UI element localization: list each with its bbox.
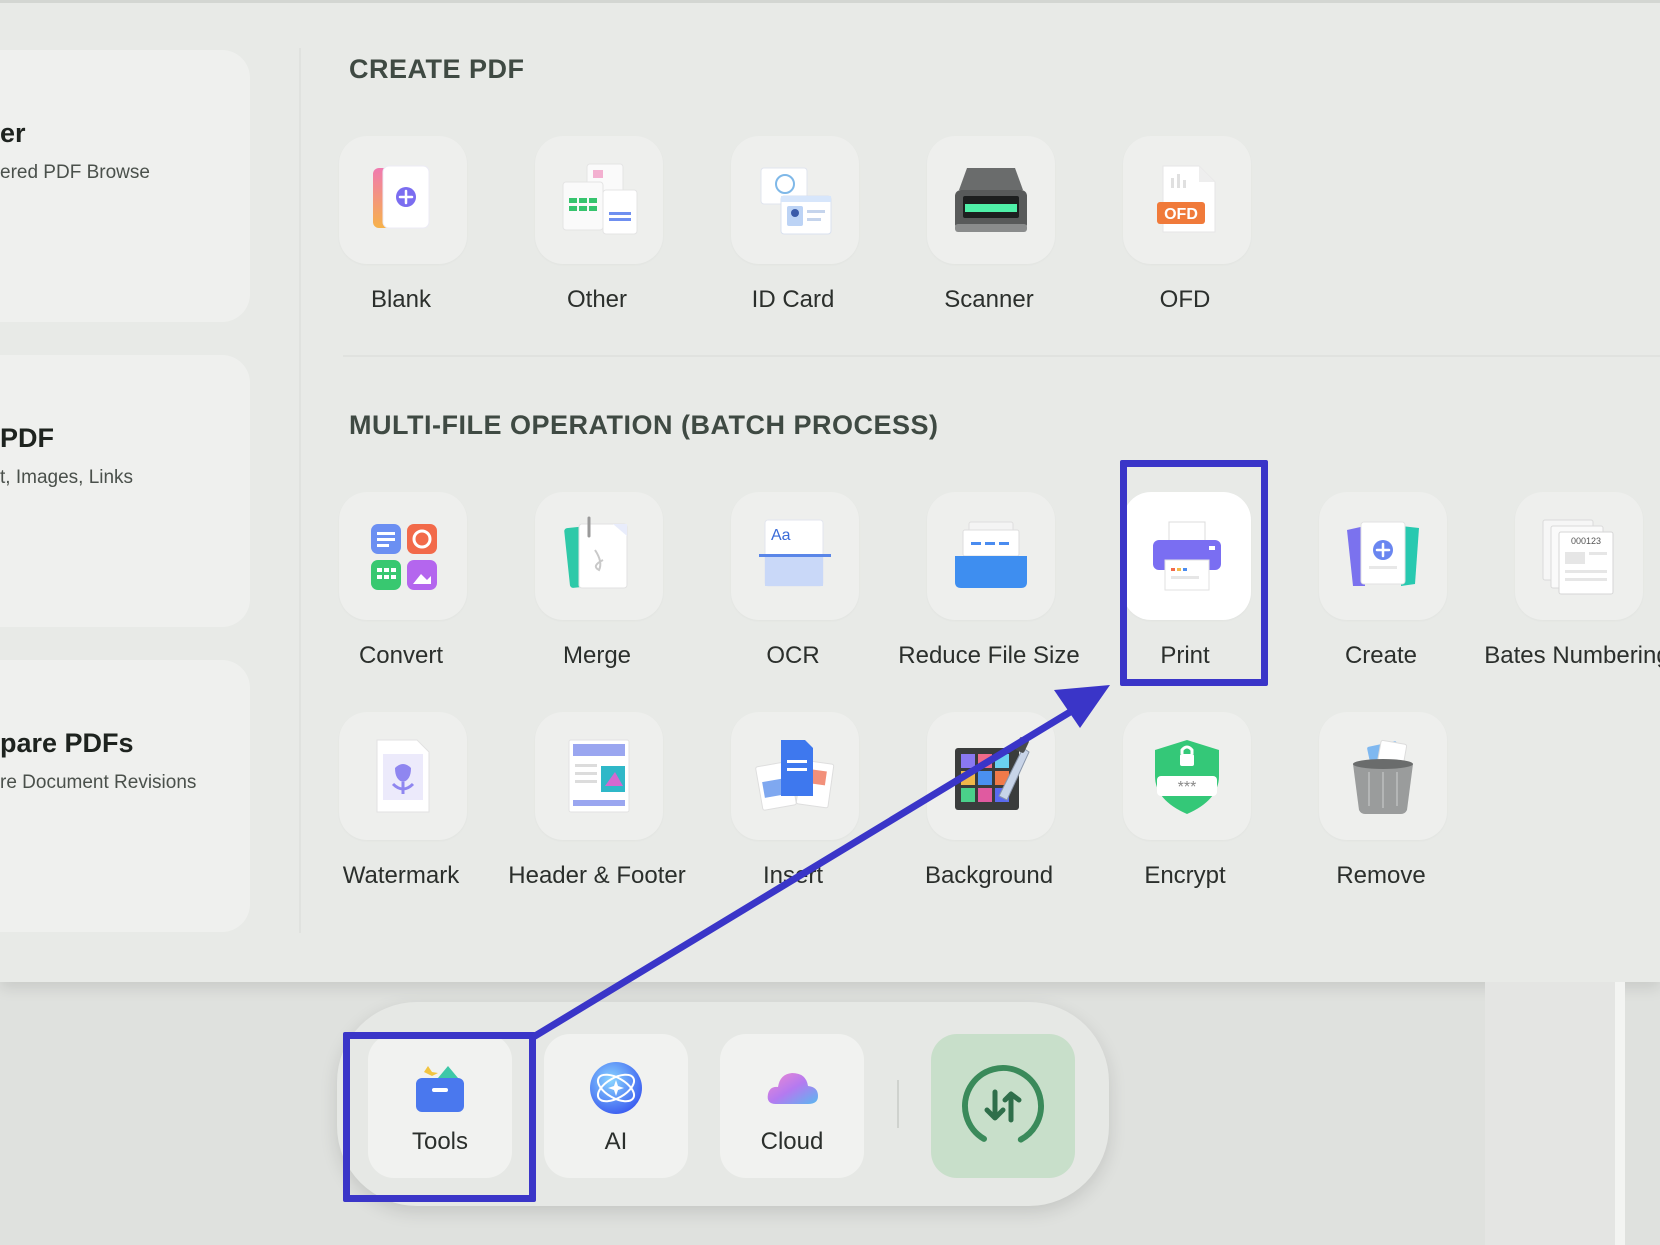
left-card-reader[interactable]: er ered PDF Browse: [0, 50, 250, 322]
tool-bates-numbering[interactable]: 000123 Bates Numbering: [1479, 492, 1660, 692]
left-card-pdf[interactable]: PDF t, Images, Links: [0, 355, 250, 627]
create-pdf-icon: [1347, 521, 1419, 586]
card-title: PDF: [0, 423, 54, 453]
top-border: [0, 0, 1660, 3]
tools-panel: er ered PDF Browse PDF t, Images, Links …: [0, 0, 1660, 982]
dock-label: AI: [604, 1128, 628, 1155]
dock-separator: [897, 1080, 899, 1128]
tile: [339, 136, 467, 264]
tool-ofd[interactable]: OFD OFD: [1087, 136, 1283, 336]
cloud-icon: [767, 1073, 818, 1104]
ai-sparkle-icon: [590, 1062, 642, 1114]
bates-numbering-icon: 000123: [1542, 519, 1614, 595]
tile: [927, 712, 1055, 840]
printer-icon: [1153, 521, 1221, 591]
header-footer-icon: [568, 739, 630, 813]
background-palette-icon: [955, 737, 1030, 810]
ofd-file-icon: OFD: [1157, 165, 1216, 233]
sync-icon: [962, 1065, 1044, 1147]
merge-icon: [564, 516, 628, 589]
tile: [535, 136, 663, 264]
tool-label: Remove: [1336, 862, 1426, 889]
scanner-icon: [955, 168, 1027, 232]
tile: [927, 492, 1055, 620]
left-card-compare[interactable]: pare PDFs re Document Revisions: [0, 660, 250, 932]
bates-badge: 000123: [1571, 536, 1601, 546]
card-title: er: [0, 118, 26, 148]
tile: [535, 492, 663, 620]
section-title-batch: MULTI-FILE OPERATION (BATCH PROCESS): [349, 410, 939, 440]
tool-label: Bates Numbering: [1484, 642, 1660, 669]
blank-page-icon: [373, 165, 430, 229]
section-title-create-pdf: CREATE PDF: [349, 54, 525, 84]
id-card-icon: [760, 167, 832, 235]
ofd-badge: OFD: [1164, 206, 1198, 223]
background-strip: [1485, 982, 1615, 1245]
shield-lock-icon: ***: [1155, 740, 1219, 814]
tile: Aa: [731, 492, 859, 620]
background-strip-light: [1615, 982, 1625, 1245]
section-divider: [343, 355, 1660, 357]
watermark-icon: [376, 739, 430, 813]
ocr-badge: Aa: [771, 527, 791, 544]
card-subtitle: ered PDF Browse: [0, 162, 150, 183]
card-subtitle: t, Images, Links: [0, 467, 134, 488]
card-title: pare PDFs: [0, 728, 134, 758]
tile: [1123, 492, 1251, 620]
tile: ***: [1123, 712, 1251, 840]
compress-tray-icon: [955, 521, 1027, 588]
tile: 000123: [1515, 492, 1643, 620]
dock-label: Cloud: [760, 1128, 824, 1155]
tile: OFD: [1123, 136, 1251, 264]
trash-bin-icon: [1353, 739, 1413, 814]
dock-sync-button[interactable]: [931, 1034, 1075, 1178]
dock-label: Tools: [411, 1128, 469, 1155]
card-subtitle: re Document Revisions: [0, 772, 197, 793]
encrypt-badge: ***: [1178, 779, 1197, 796]
insert-pages-icon: [755, 740, 835, 811]
tool-label: OFD: [1159, 286, 1211, 313]
other-files-icon: [562, 163, 638, 235]
tile: [731, 136, 859, 264]
tile: [731, 712, 859, 840]
tile: [927, 136, 1055, 264]
vertical-divider: [299, 48, 301, 933]
tile: [1319, 492, 1447, 620]
dock-ai-button[interactable]: AI: [544, 1034, 688, 1178]
dock-tools-button[interactable]: Tools: [368, 1034, 512, 1178]
tool-remove[interactable]: Remove: [1283, 712, 1479, 912]
tile: [535, 712, 663, 840]
tile: [339, 492, 467, 620]
toolbox-icon: [416, 1066, 464, 1112]
dock-cloud-button[interactable]: Cloud: [720, 1034, 864, 1178]
ocr-icon: Aa: [759, 519, 831, 587]
tile: [339, 712, 467, 840]
tile: [1319, 712, 1447, 840]
convert-icon: [371, 524, 437, 590]
